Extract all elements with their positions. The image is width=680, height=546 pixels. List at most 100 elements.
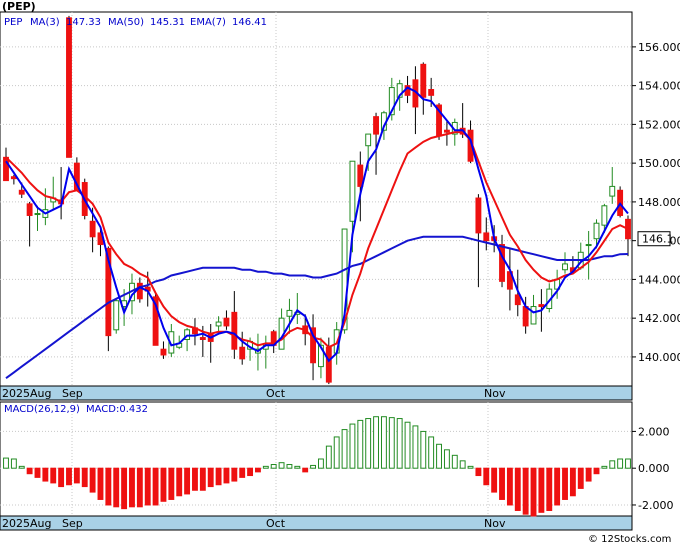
candle-body-down bbox=[231, 311, 238, 350]
macd-bar-negative bbox=[113, 467, 120, 508]
macd-x-axis-label: Nov bbox=[484, 517, 506, 530]
candle-body-up bbox=[609, 185, 616, 197]
macd-value: MACD:0.432 bbox=[86, 404, 148, 415]
macd-bar-positive bbox=[467, 465, 474, 469]
price-tick-label: 148.000 bbox=[638, 196, 680, 209]
candle-body-down bbox=[443, 129, 450, 133]
price-tick-label: 152.000 bbox=[638, 118, 680, 131]
candle-body-down bbox=[160, 348, 167, 356]
candle-body-down bbox=[89, 220, 96, 238]
macd-bar-positive bbox=[357, 419, 364, 469]
macd-bar-positive bbox=[436, 443, 442, 469]
candle-body-up bbox=[585, 244, 592, 247]
macd-bar-positive bbox=[609, 460, 616, 469]
candle-body-up bbox=[349, 160, 356, 222]
macd-bar-negative bbox=[176, 467, 183, 497]
macd-bar-negative bbox=[593, 467, 600, 475]
macd-bar-positive bbox=[286, 464, 293, 469]
price-tick-label: 144.000 bbox=[638, 273, 680, 286]
macd-x-axis-label: Oct bbox=[266, 517, 286, 530]
price-tick-label: 150.000 bbox=[638, 157, 680, 170]
macd-bar-negative bbox=[506, 467, 513, 506]
footer-credit: © 12Stocks.com bbox=[588, 534, 671, 545]
macd-bar-negative bbox=[538, 467, 545, 513]
macd-bar-negative bbox=[231, 467, 238, 482]
macd-bar-negative bbox=[585, 467, 592, 482]
candle-body-up bbox=[593, 222, 600, 240]
candle-body-up bbox=[562, 263, 568, 271]
macd-tick-label: -2.000 bbox=[638, 499, 673, 512]
macd-bar-negative bbox=[554, 467, 561, 506]
macd-x-axis-label: 2025Aug bbox=[2, 517, 51, 530]
macd-bar-negative bbox=[105, 467, 112, 506]
macd-bar-negative bbox=[50, 467, 57, 484]
macd-bar-negative bbox=[58, 467, 65, 488]
macd-x-axis-label: Sep bbox=[62, 517, 83, 530]
macd-bar-positive bbox=[459, 460, 466, 469]
macd-bar-negative bbox=[207, 467, 214, 488]
macd-bar-positive bbox=[443, 449, 450, 469]
candle-body-down bbox=[522, 306, 529, 327]
price-tick-label: 142.000 bbox=[638, 312, 680, 325]
macd-bar-negative bbox=[81, 467, 88, 488]
macd-bar-positive bbox=[625, 458, 631, 469]
macd-bar-positive bbox=[428, 436, 435, 469]
macd-bar-negative bbox=[144, 467, 151, 506]
macd-bar-positive bbox=[317, 458, 324, 469]
macd-bar-positive bbox=[365, 418, 372, 469]
macd-bar-positive bbox=[451, 454, 458, 469]
x-axis-band bbox=[0, 385, 633, 401]
price-tick-label: 154.000 bbox=[638, 80, 680, 93]
macd-bar-negative bbox=[302, 467, 309, 473]
macd-bar-negative bbox=[499, 467, 505, 500]
candle-body-down bbox=[199, 337, 206, 340]
macd-bar-positive bbox=[420, 430, 427, 469]
macd-title: MACD(26,12,9) bbox=[4, 404, 80, 415]
chart-svg: 156.000154.000152.000150.000148.000146.0… bbox=[0, 0, 680, 546]
macd-bar-positive bbox=[373, 416, 379, 469]
macd-bar-positive bbox=[404, 421, 411, 469]
macd-bar-negative bbox=[522, 467, 529, 515]
legend-ema7-label: EMA(7) bbox=[190, 17, 226, 28]
macd-bar-positive bbox=[10, 458, 17, 469]
macd-bar-negative bbox=[168, 467, 175, 500]
candle-body-down bbox=[373, 116, 379, 135]
macd-bar-negative bbox=[239, 467, 246, 478]
candle-body-down bbox=[325, 346, 332, 383]
macd-bar-positive bbox=[349, 423, 356, 469]
macd-bar-positive bbox=[3, 457, 9, 469]
macd-bar-negative bbox=[129, 467, 135, 508]
macd-bar-positive bbox=[294, 465, 301, 469]
macd-tick-label: 0.000 bbox=[638, 462, 670, 475]
x-axis-label: Nov bbox=[484, 387, 506, 400]
macd-bar-negative bbox=[546, 467, 553, 511]
macd-bar-negative bbox=[66, 467, 72, 486]
macd-bar-positive bbox=[18, 465, 25, 469]
macd-bar-negative bbox=[530, 467, 537, 517]
macd-bar-negative bbox=[475, 467, 482, 477]
macd-bar-negative bbox=[569, 467, 576, 497]
macd-x-axis-band bbox=[0, 515, 633, 531]
candle-body-up bbox=[215, 321, 222, 327]
candle-body-down bbox=[66, 17, 72, 158]
candle-body-down bbox=[223, 317, 230, 327]
macd-bar-negative bbox=[42, 467, 49, 482]
macd-bar-positive bbox=[388, 417, 395, 469]
macd-bar-positive bbox=[270, 464, 277, 469]
macd-bar-negative bbox=[514, 467, 521, 511]
macd-bar-positive bbox=[325, 445, 332, 469]
macd-bar-negative bbox=[97, 467, 104, 500]
macd-bar-positive bbox=[396, 418, 403, 469]
macd-panel bbox=[0, 401, 633, 517]
candle-body-down bbox=[26, 203, 33, 216]
macd-bar-negative bbox=[255, 467, 261, 473]
last-price-tag: 146.1 bbox=[637, 231, 674, 247]
legend-symbol: PEP bbox=[4, 17, 22, 28]
macd-bar-positive bbox=[278, 462, 285, 469]
candle-body-up bbox=[530, 306, 537, 325]
macd-bar-negative bbox=[89, 467, 96, 493]
candle-body-up bbox=[365, 133, 372, 147]
legend-ma3-value: 147.33 bbox=[66, 17, 101, 28]
legend-ma50-value: 145.31 bbox=[150, 17, 185, 28]
candle-body-down bbox=[538, 304, 545, 308]
